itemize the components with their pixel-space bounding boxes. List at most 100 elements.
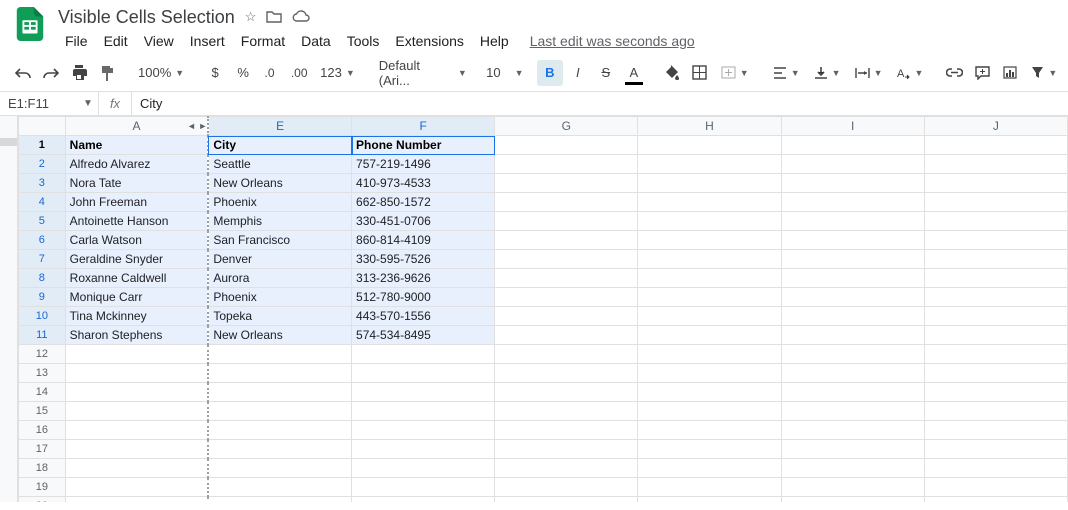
cell-F4[interactable]: 662-850-1572 [352, 193, 495, 212]
cell-A14[interactable] [65, 383, 208, 402]
zoom-select[interactable]: 100%▼ [132, 60, 190, 86]
cell-F12[interactable] [352, 345, 495, 364]
sheets-logo[interactable] [12, 6, 48, 42]
insert-comment-button[interactable] [969, 60, 995, 86]
cell-H17[interactable] [638, 440, 781, 459]
cell-I6[interactable] [781, 231, 924, 250]
cell-A18[interactable] [65, 459, 208, 478]
cell-J3[interactable] [924, 174, 1067, 193]
cell-A10[interactable]: Tina Mckinney [65, 307, 208, 326]
cell-F13[interactable] [352, 364, 495, 383]
row-header-7[interactable]: 7 [19, 250, 66, 269]
cell-I1[interactable] [781, 136, 924, 155]
cell-I5[interactable] [781, 212, 924, 231]
redo-button[interactable] [38, 60, 64, 86]
cell-E14[interactable] [208, 383, 351, 402]
cell-A2[interactable]: Alfredo Alvarez [65, 155, 208, 174]
cell-J8[interactable] [924, 269, 1067, 288]
row-header-20[interactable]: 20 [19, 497, 66, 503]
cell-I8[interactable] [781, 269, 924, 288]
cell-I17[interactable] [781, 440, 924, 459]
increase-decimal-button[interactable]: .00 [286, 60, 312, 86]
cell-J20[interactable] [924, 497, 1067, 503]
cell-G11[interactable] [495, 326, 638, 345]
cell-I11[interactable] [781, 326, 924, 345]
cell-J1[interactable] [924, 136, 1067, 155]
cell-A6[interactable]: Carla Watson [65, 231, 208, 250]
bold-button[interactable]: B [537, 60, 563, 86]
row-header-18[interactable]: 18 [19, 459, 66, 478]
cell-G13[interactable] [495, 364, 638, 383]
cell-A5[interactable]: Antoinette Hanson [65, 212, 208, 231]
cell-I9[interactable] [781, 288, 924, 307]
menu-file[interactable]: File [58, 31, 95, 51]
cell-E2[interactable]: Seattle [208, 155, 351, 174]
menu-data[interactable]: Data [294, 31, 338, 51]
text-wrap-button[interactable]: ▼ [849, 60, 889, 86]
cell-E13[interactable] [208, 364, 351, 383]
row-header-14[interactable]: 14 [19, 383, 66, 402]
cell-I3[interactable] [781, 174, 924, 193]
cell-G19[interactable] [495, 478, 638, 497]
cell-I12[interactable] [781, 345, 924, 364]
cell-A11[interactable]: Sharon Stephens [65, 326, 208, 345]
cell-H9[interactable] [638, 288, 781, 307]
cell-F14[interactable] [352, 383, 495, 402]
cell-F6[interactable]: 860-814-4109 [352, 231, 495, 250]
cell-J11[interactable] [924, 326, 1067, 345]
cell-E4[interactable]: Phoenix [208, 193, 351, 212]
cell-A16[interactable] [65, 421, 208, 440]
insert-link-button[interactable] [941, 60, 967, 86]
cell-E12[interactable] [208, 345, 351, 364]
cell-A17[interactable] [65, 440, 208, 459]
row-header-16[interactable]: 16 [19, 421, 66, 440]
cell-F2[interactable]: 757-219-1496 [352, 155, 495, 174]
cell-E20[interactable] [208, 497, 351, 503]
cell-G17[interactable] [495, 440, 638, 459]
cell-J14[interactable] [924, 383, 1067, 402]
font-select[interactable]: Default (Ari...▼ [373, 60, 473, 86]
cell-G5[interactable] [495, 212, 638, 231]
row-header-13[interactable]: 13 [19, 364, 66, 383]
horizontal-align-button[interactable]: ▼ [767, 60, 806, 86]
cell-G15[interactable] [495, 402, 638, 421]
cell-F18[interactable] [352, 459, 495, 478]
cell-G2[interactable] [495, 155, 638, 174]
cell-A19[interactable] [65, 478, 208, 497]
cell-A8[interactable]: Roxanne Caldwell [65, 269, 208, 288]
cell-F20[interactable] [352, 497, 495, 503]
column-header-E[interactable]: E [208, 117, 351, 136]
cell-E3[interactable]: New Orleans [208, 174, 351, 193]
column-header-G[interactable]: G [495, 117, 638, 136]
more-formats-select[interactable]: 123▼ [314, 60, 361, 86]
cell-J18[interactable] [924, 459, 1067, 478]
cell-G20[interactable] [495, 497, 638, 503]
column-header-A[interactable]: A◄ ► [65, 117, 208, 136]
cell-J12[interactable] [924, 345, 1067, 364]
cell-F3[interactable]: 410-973-4533 [352, 174, 495, 193]
italic-button[interactable]: I [565, 60, 591, 86]
menu-tools[interactable]: Tools [340, 31, 387, 51]
cell-I14[interactable] [781, 383, 924, 402]
cell-I7[interactable] [781, 250, 924, 269]
cell-F1[interactable]: Phone Number [352, 136, 495, 155]
cell-F19[interactable] [352, 478, 495, 497]
cell-I16[interactable] [781, 421, 924, 440]
cell-H15[interactable] [638, 402, 781, 421]
cell-A13[interactable] [65, 364, 208, 383]
cell-I19[interactable] [781, 478, 924, 497]
cell-J5[interactable] [924, 212, 1067, 231]
freeze-handle[interactable] [0, 138, 17, 146]
name-box[interactable]: E1:F11 [0, 96, 78, 111]
menu-help[interactable]: Help [473, 31, 516, 51]
row-header-3[interactable]: 3 [19, 174, 66, 193]
cell-I18[interactable] [781, 459, 924, 478]
cell-G10[interactable] [495, 307, 638, 326]
cell-F5[interactable]: 330-451-0706 [352, 212, 495, 231]
formula-input[interactable]: City [132, 96, 1068, 111]
cell-J7[interactable] [924, 250, 1067, 269]
cell-F16[interactable] [352, 421, 495, 440]
cell-G16[interactable] [495, 421, 638, 440]
cell-J15[interactable] [924, 402, 1067, 421]
cell-E10[interactable]: Topeka [208, 307, 351, 326]
